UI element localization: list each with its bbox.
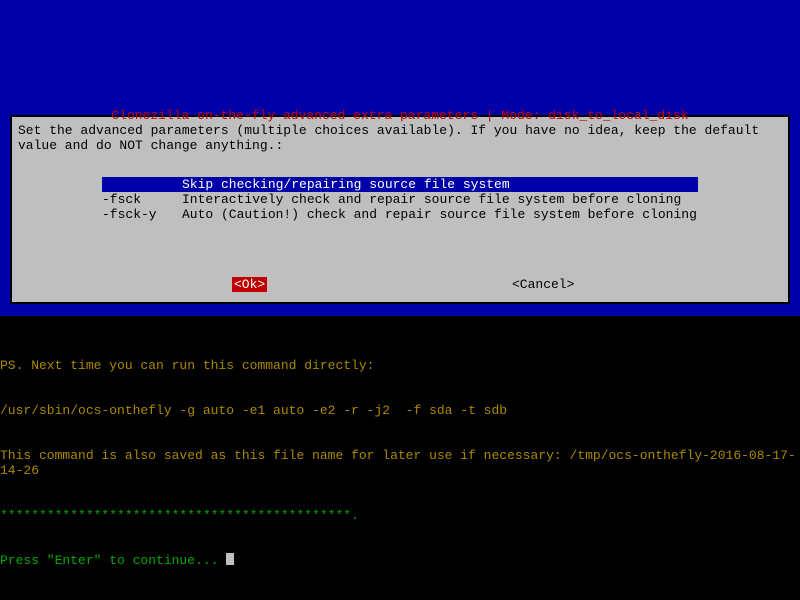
cursor bbox=[226, 553, 234, 565]
ok-button[interactable]: <Ok> bbox=[232, 277, 267, 292]
cancel-button[interactable]: <Cancel> bbox=[512, 277, 574, 292]
terminal-prompt-line[interactable]: Press "Enter" to continue... bbox=[0, 553, 800, 568]
options-list[interactable]: Skip checking/repairing source file syst… bbox=[102, 177, 698, 222]
option-desc: Skip checking/repairing source file syst… bbox=[182, 177, 510, 192]
terminal-hint-line: PS. Next time you can run this command d… bbox=[0, 358, 800, 373]
option-flag bbox=[102, 177, 182, 192]
option-flag: -fsck-y bbox=[102, 207, 182, 222]
option-desc: Auto (Caution!) check and repair source … bbox=[182, 207, 697, 222]
terminal-separator-line: ****************************************… bbox=[0, 508, 800, 523]
terminal-output: PS. Next time you can run this command d… bbox=[0, 328, 800, 598]
terminal-saved-line: This command is also saved as this file … bbox=[0, 448, 800, 478]
option-fsck-y[interactable]: -fsck-y Auto (Caution!) check and repair… bbox=[102, 207, 698, 222]
option-skip-check[interactable]: Skip checking/repairing source file syst… bbox=[102, 177, 698, 192]
terminal-command-line: /usr/sbin/ocs-onthefly -g auto -e1 auto … bbox=[0, 403, 800, 418]
option-fsck[interactable]: -fsck Interactively check and repair sou… bbox=[102, 192, 698, 207]
screen: Clonezilla on-the-fly advanced extra par… bbox=[0, 0, 800, 600]
parameters-dialog: Clonezilla on-the-fly advanced extra par… bbox=[10, 115, 790, 304]
dialog-instruction: Set the advanced parameters (multiple ch… bbox=[18, 123, 782, 153]
option-desc: Interactively check and repair source fi… bbox=[182, 192, 681, 207]
dialog-title: Clonezilla on-the-fly advanced extra par… bbox=[12, 108, 788, 123]
option-flag: -fsck bbox=[102, 192, 182, 207]
prompt-text: Press "Enter" to continue... bbox=[0, 553, 226, 568]
